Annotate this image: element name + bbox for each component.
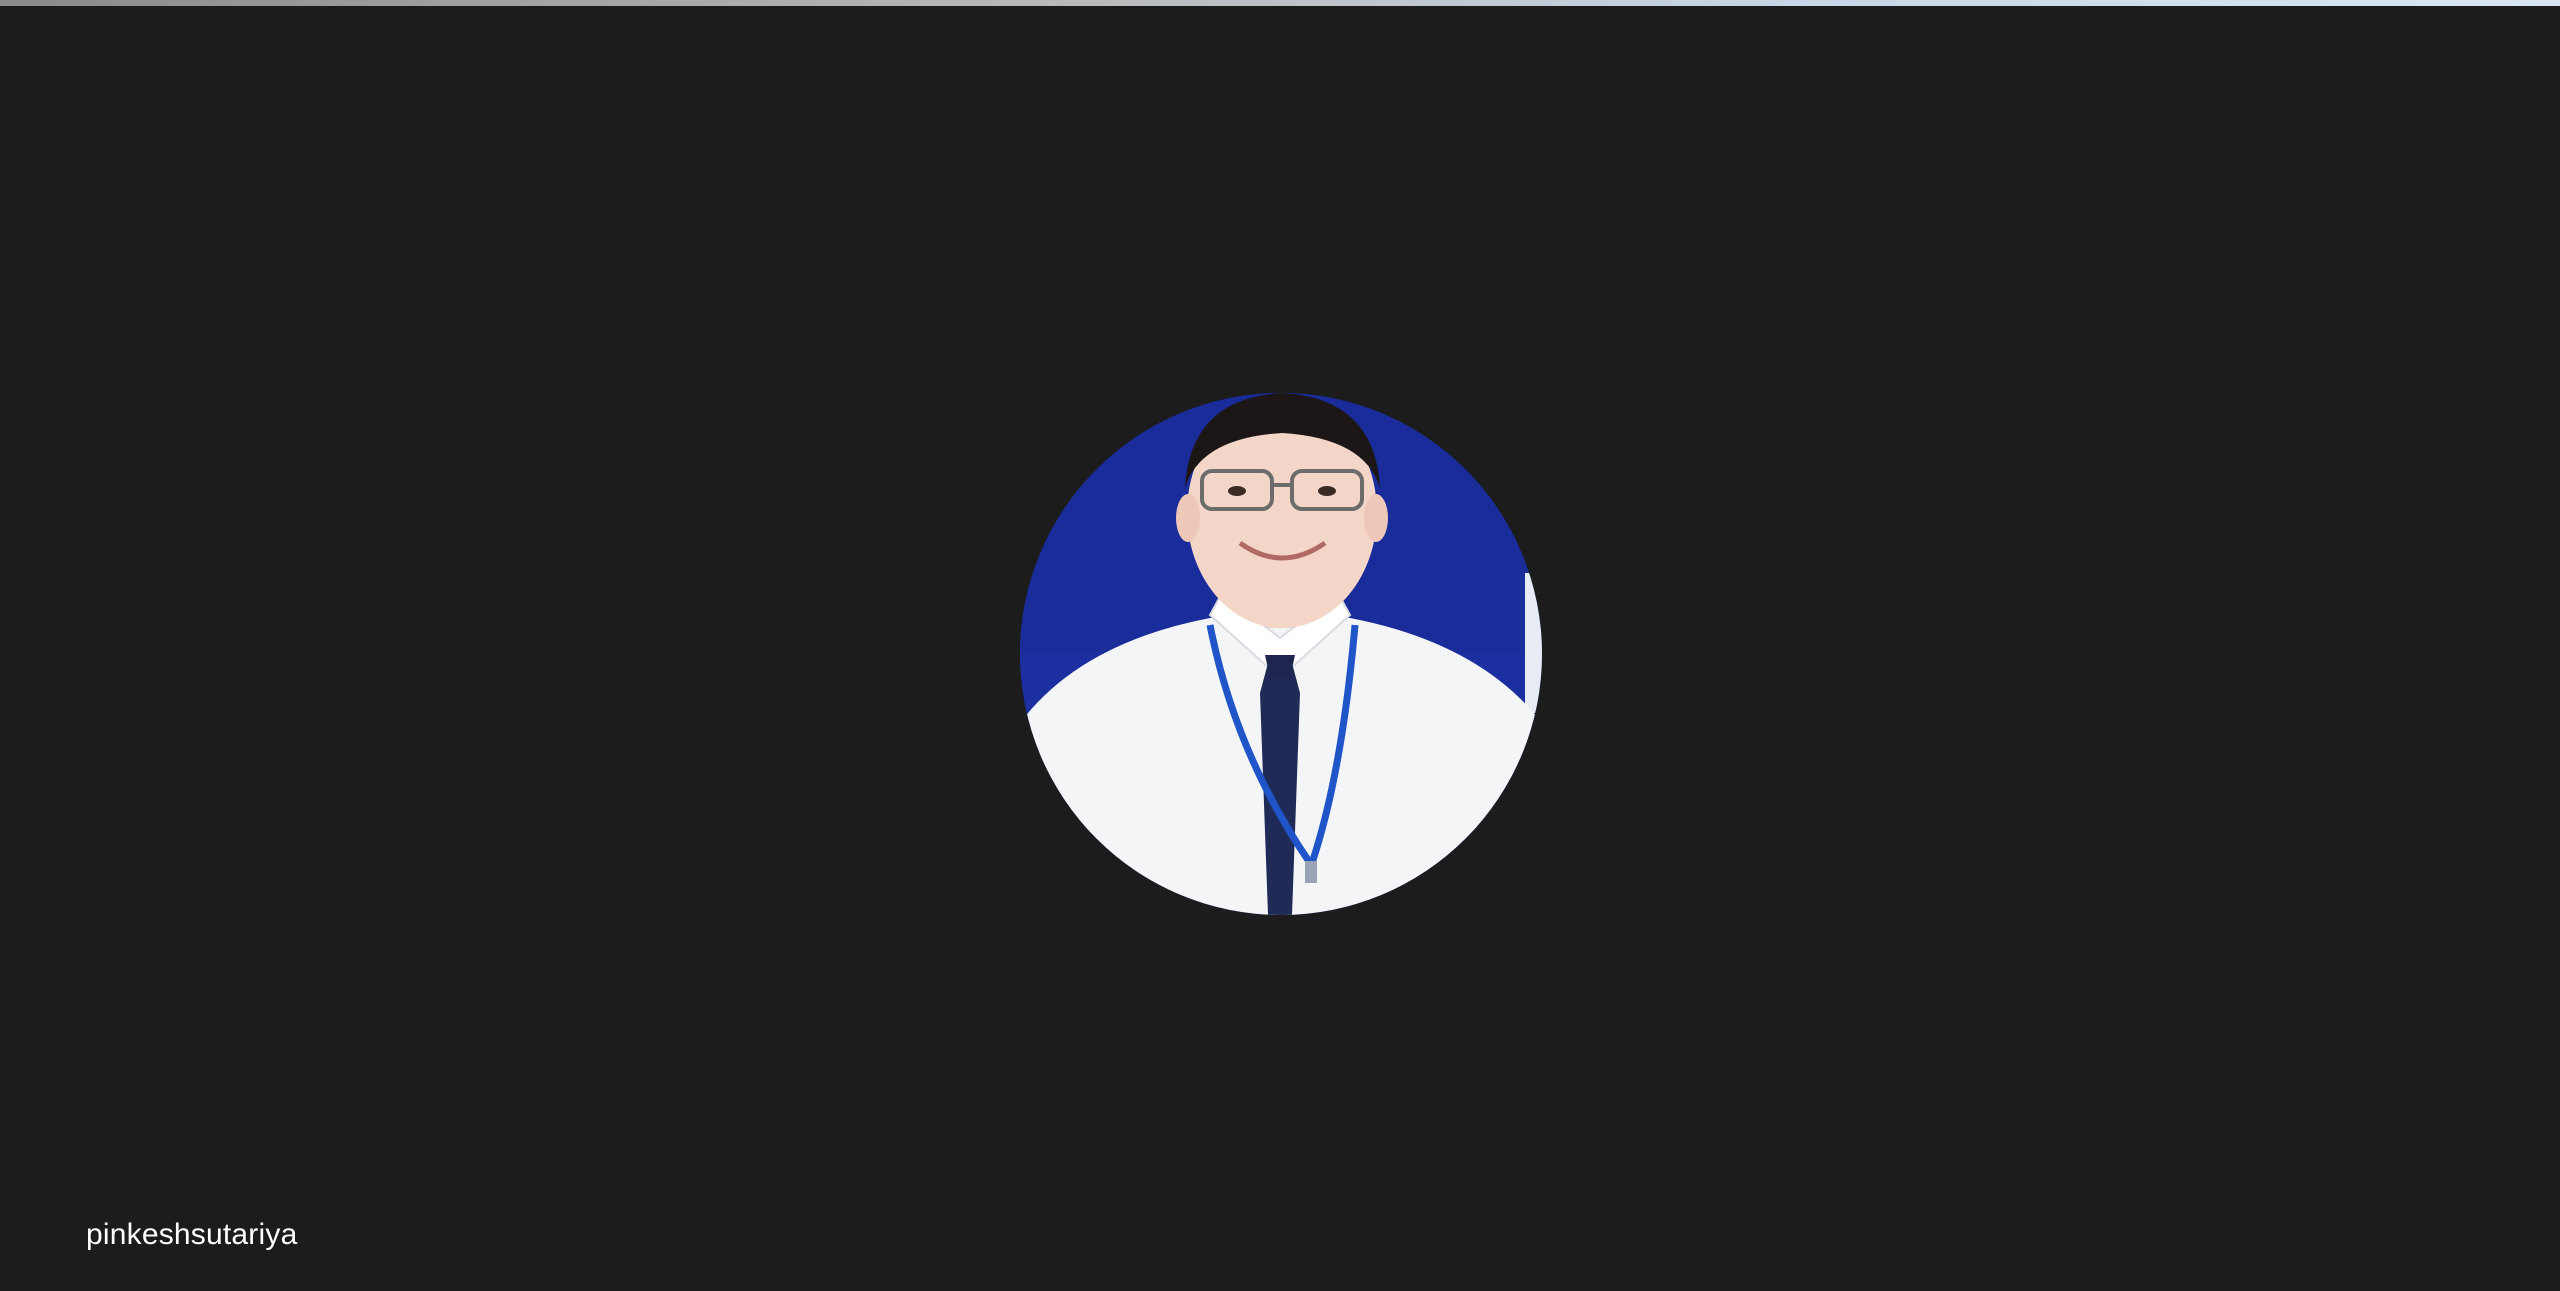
participant-photo-icon [1020,393,1542,915]
participant-name-label: pinkeshsutariya [86,1218,298,1251]
video-tile: pinkeshsutariya [0,0,2560,1291]
participant-avatar [1020,393,1542,915]
window-top-strip [0,0,2560,6]
